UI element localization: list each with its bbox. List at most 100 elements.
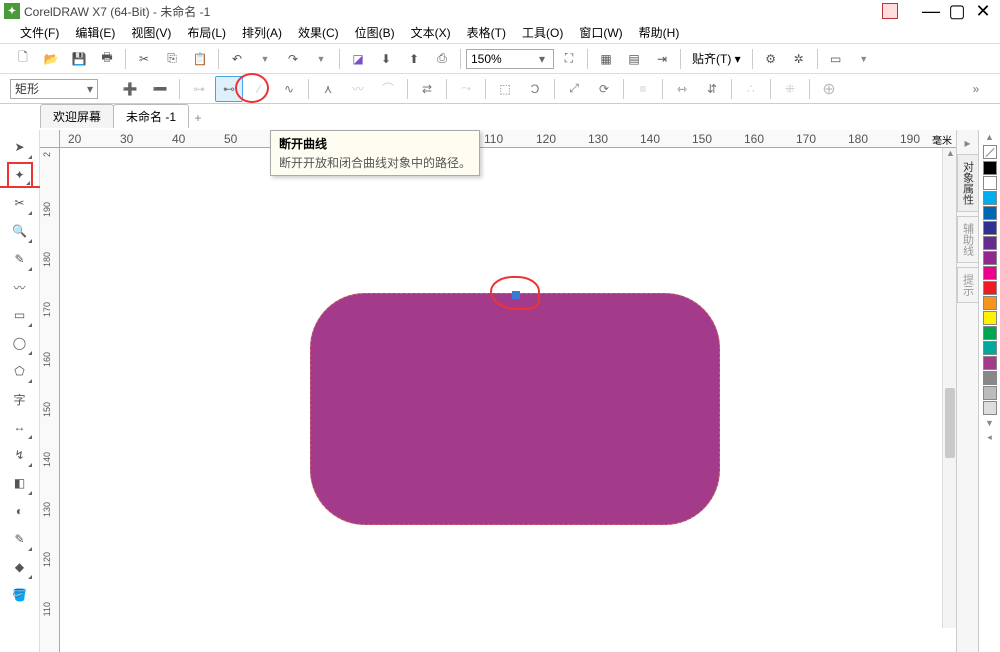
- new-icon[interactable]: 🗋: [10, 46, 36, 72]
- reflect-h-icon[interactable]: ⇿: [668, 76, 696, 102]
- vertical-scrollbar[interactable]: ▲: [942, 148, 956, 628]
- docker-object-properties[interactable]: 对象属性: [957, 154, 979, 212]
- shape-tool-icon[interactable]: ✦: [7, 162, 33, 188]
- publish-pdf-icon[interactable]: ⎙: [429, 46, 455, 72]
- transparency-tool-icon[interactable]: ◐: [7, 498, 33, 524]
- open-icon[interactable]: 📂: [38, 46, 64, 72]
- color-swatch[interactable]: [983, 161, 997, 175]
- join-nodes-icon[interactable]: ⊶: [185, 76, 213, 102]
- menu-bitmap[interactable]: 位图(B): [349, 22, 401, 43]
- cut-icon[interactable]: ✂: [131, 46, 157, 72]
- drop-shadow-icon[interactable]: ◧: [7, 470, 33, 496]
- extract-subpath-icon[interactable]: ⬚: [491, 76, 519, 102]
- connector-tool-icon[interactable]: ↯: [7, 442, 33, 468]
- color-swatch[interactable]: [983, 176, 997, 190]
- color-swatch[interactable]: [983, 356, 997, 370]
- menu-tools[interactable]: 工具(O): [516, 22, 569, 43]
- smooth-node-icon[interactable]: 〰: [344, 76, 372, 102]
- toolbar-overflow-icon[interactable]: »: [962, 76, 990, 102]
- symmetric-node-icon[interactable]: ⌒: [374, 76, 402, 102]
- save-icon[interactable]: 💾: [66, 46, 92, 72]
- color-swatch[interactable]: [983, 281, 997, 295]
- extend-curve-icon[interactable]: ⤳: [452, 76, 480, 102]
- palette-down-icon[interactable]: ▼: [985, 416, 994, 430]
- crop-tool-icon[interactable]: ✂: [7, 190, 33, 216]
- copy-icon[interactable]: ⎘: [159, 46, 185, 72]
- print-icon[interactable]: 🖶: [94, 46, 120, 72]
- reverse-direction-icon[interactable]: ⇄: [413, 76, 441, 102]
- menu-edit[interactable]: 编辑(E): [69, 22, 121, 43]
- app-drop-icon[interactable]: ▼: [851, 46, 877, 72]
- menu-layout[interactable]: 布局(L): [181, 22, 232, 43]
- color-swatch[interactable]: [983, 311, 997, 325]
- color-swatch[interactable]: [983, 251, 997, 265]
- color-swatch[interactable]: [983, 266, 997, 280]
- pick-tool-icon[interactable]: ➤: [7, 134, 33, 160]
- freehand-tool-icon[interactable]: ✎: [7, 246, 33, 272]
- scroll-up-icon[interactable]: ▲: [946, 148, 955, 158]
- paste-icon[interactable]: 📋: [187, 46, 213, 72]
- shape-preset-combo[interactable]: 矩形 ▾: [10, 79, 98, 99]
- export-icon[interactable]: ⬆: [401, 46, 427, 72]
- color-swatch[interactable]: [983, 371, 997, 385]
- to-line-icon[interactable]: ∕: [245, 76, 273, 102]
- add-node-icon[interactable]: ➕: [116, 76, 144, 102]
- docker-hints[interactable]: 提示: [957, 267, 979, 303]
- rectangle-tool-icon[interactable]: ▭: [7, 302, 33, 328]
- reduce-nodes-icon[interactable]: ⊕: [815, 76, 843, 102]
- ellipse-tool-icon[interactable]: ◯: [7, 330, 33, 356]
- text-tool-icon[interactable]: 字: [7, 386, 33, 412]
- stretch-nodes-icon[interactable]: ⤢: [560, 76, 588, 102]
- import-icon[interactable]: ⬇: [373, 46, 399, 72]
- parallel-dim-icon[interactable]: ↔: [7, 414, 33, 440]
- minimize-button[interactable]: —: [918, 1, 944, 21]
- smart-fill-icon[interactable]: 🪣: [7, 582, 33, 608]
- ruler-horizontal[interactable]: 2030405060709010011012013014015016017018…: [40, 130, 956, 148]
- color-swatch[interactable]: [983, 191, 997, 205]
- reflect-v-icon[interactable]: ⇵: [698, 76, 726, 102]
- show-grid-icon[interactable]: ▤: [621, 46, 647, 72]
- color-swatch[interactable]: [983, 326, 997, 340]
- interactive-fill-icon[interactable]: ◆: [7, 554, 33, 580]
- undo-icon[interactable]: ↶: [224, 46, 250, 72]
- menu-table[interactable]: 表格(T): [461, 22, 512, 43]
- menu-help[interactable]: 帮助(H): [633, 22, 686, 43]
- menu-view[interactable]: 视图(V): [125, 22, 177, 43]
- close-button[interactable]: ✕: [970, 1, 996, 21]
- eyedropper-tool-icon[interactable]: ✎: [7, 526, 33, 552]
- menu-window[interactable]: 窗口(W): [573, 22, 628, 43]
- redo-drop-icon[interactable]: ▼: [308, 46, 334, 72]
- delete-node-icon[interactable]: ➖: [146, 76, 174, 102]
- full-screen-icon[interactable]: ⛶: [556, 46, 582, 72]
- search-content-icon[interactable]: ◪: [345, 46, 371, 72]
- snap-dropdown[interactable]: 贴齐(T) ▾: [686, 50, 747, 67]
- close-curve-icon[interactable]: Ɔ: [521, 76, 549, 102]
- selected-node[interactable]: [512, 291, 520, 299]
- tab-welcome[interactable]: 欢迎屏幕: [40, 104, 114, 128]
- palette-up-icon[interactable]: ▲: [985, 130, 994, 144]
- docker-expand-icon[interactable]: ▸: [964, 136, 970, 150]
- show-rulers-icon[interactable]: ▦: [593, 46, 619, 72]
- palette-flyout-icon[interactable]: ◂: [987, 430, 992, 444]
- docker-guidelines[interactable]: 辅助线: [957, 216, 979, 263]
- app-launcher-icon[interactable]: ▭: [823, 46, 849, 72]
- maximize-button[interactable]: ▢: [944, 1, 970, 21]
- tab-document[interactable]: 未命名 -1: [113, 104, 189, 128]
- menu-effects[interactable]: 效果(C): [292, 22, 345, 43]
- redo-icon[interactable]: ↷: [280, 46, 306, 72]
- color-swatch[interactable]: [983, 341, 997, 355]
- menu-file[interactable]: 文件(F): [14, 22, 65, 43]
- rounded-rectangle-shape[interactable]: [310, 293, 720, 525]
- select-all-nodes-icon[interactable]: ⁜: [776, 76, 804, 102]
- polygon-tool-icon[interactable]: ⬠: [7, 358, 33, 384]
- scrollbar-thumb[interactable]: [945, 388, 955, 458]
- menu-text[interactable]: 文本(X): [405, 22, 457, 43]
- options-icon[interactable]: ⚙: [758, 46, 784, 72]
- rotate-nodes-icon[interactable]: ⟳: [590, 76, 618, 102]
- undo-drop-icon[interactable]: ▼: [252, 46, 278, 72]
- cusp-node-icon[interactable]: ⋏: [314, 76, 342, 102]
- show-guides-icon[interactable]: ⇥: [649, 46, 675, 72]
- align-nodes-icon[interactable]: ≡: [629, 76, 657, 102]
- color-swatch[interactable]: [983, 386, 997, 400]
- artistic-media-icon[interactable]: 〰: [7, 274, 33, 300]
